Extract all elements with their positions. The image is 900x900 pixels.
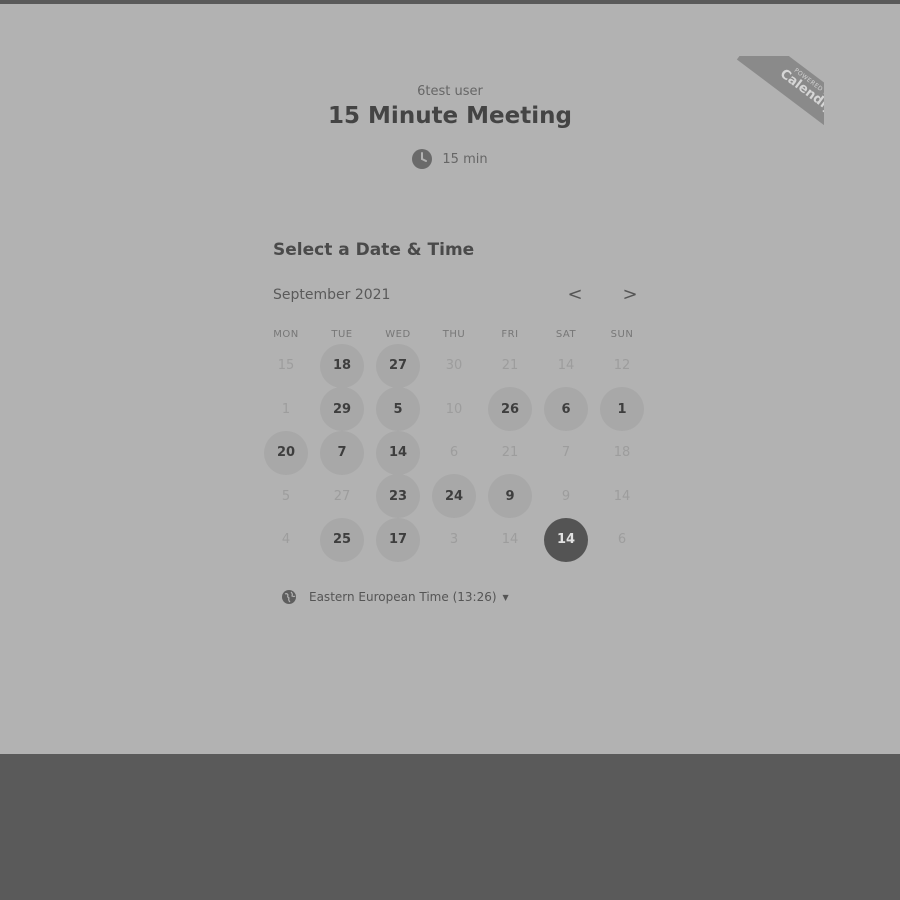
unavailable-date: 12 [613, 358, 631, 374]
calendar-week-row: 4 25 17 3 14 14 6 [258, 517, 650, 562]
available-date-button[interactable]: 29 [320, 387, 364, 432]
weekday-label: SUN [610, 329, 634, 340]
available-date-button[interactable]: 27 [376, 343, 420, 388]
duration-label: 15 min [442, 151, 488, 167]
unavailable-date: 30 [445, 358, 463, 374]
unavailable-date: 14 [557, 358, 575, 374]
weekday-label: THU [442, 329, 466, 340]
calendar-week-row: 15 18 27 30 21 14 12 [258, 343, 650, 388]
top-bar [0, 0, 900, 4]
available-date-button[interactable]: 18 [320, 343, 364, 388]
calendar-week-row: 20 7 14 6 21 7 18 [258, 430, 650, 475]
unavailable-date: 9 [561, 488, 571, 504]
unavailable-date: 14 [613, 488, 631, 504]
timezone-selector[interactable]: Eastern European Time (13:26) ▼ [281, 589, 509, 605]
ribbon-band: POWERED BY Calendly [736, 56, 824, 144]
unavailable-date: 10 [445, 401, 463, 417]
selected-date-button[interactable]: 14 [544, 517, 588, 562]
weekday-label: SAT [555, 329, 577, 340]
weekday-label: FRI [501, 329, 519, 340]
unavailable-date: 6 [617, 532, 627, 548]
available-date-button[interactable]: 25 [320, 517, 364, 562]
unavailable-date: 15 [277, 358, 295, 374]
next-month-button[interactable]: > [618, 283, 642, 307]
unavailable-date: 21 [501, 445, 519, 461]
available-date-button[interactable]: 9 [488, 474, 532, 519]
weekday-header: MON TUE WED THU FRI SAT SUN [258, 329, 650, 340]
unavailable-date: 6 [449, 445, 459, 461]
unavailable-date: 7 [561, 445, 571, 461]
unavailable-date: 5 [281, 488, 291, 504]
unavailable-date: 3 [449, 532, 459, 548]
clock-icon [412, 149, 433, 169]
select-date-heading: Select a Date & Time [273, 240, 475, 260]
weekday-label: TUE [331, 329, 353, 340]
available-date-button[interactable]: 23 [376, 474, 420, 519]
available-date-button[interactable]: 14 [376, 430, 420, 475]
available-date-button[interactable]: 5 [376, 387, 420, 432]
weekday-label: WED [385, 329, 411, 340]
bottom-dark-area [0, 754, 900, 900]
available-date-button[interactable]: 7 [320, 430, 364, 475]
duration-row: 15 min [0, 149, 900, 169]
dropdown-caret-icon: ▼ [502, 592, 509, 602]
unavailable-date: 21 [501, 358, 519, 374]
available-date-button[interactable]: 24 [432, 474, 476, 519]
timezone-label: Eastern European Time (13:26) [309, 590, 497, 604]
calendar-week-row: 1 29 5 10 26 6 1 [258, 387, 650, 432]
available-date-button[interactable]: 26 [488, 387, 532, 432]
event-title: 15 Minute Meeting [328, 103, 572, 129]
host-name: 6test user [417, 84, 483, 99]
available-date-button[interactable]: 20 [264, 430, 308, 475]
unavailable-date: 18 [613, 445, 631, 461]
globe-icon [281, 589, 297, 605]
month-label: September 2021 [273, 287, 391, 303]
powered-by-ribbon[interactable]: POWERED BY Calendly [712, 56, 824, 144]
calendar-week-row: 5 27 23 24 9 9 14 [258, 474, 650, 519]
unavailable-date: 27 [333, 488, 351, 504]
previous-month-button[interactable]: < [563, 283, 587, 307]
calendar-grid: 15 18 27 30 21 14 12 1 29 5 10 26 6 1 20 7 14 6 21 7 18 5 27 23… [258, 343, 650, 562]
available-date-button[interactable]: 1 [600, 387, 644, 432]
unavailable-date: 4 [281, 532, 291, 548]
unavailable-date: 14 [501, 532, 519, 548]
ribbon-brand: Calendly [776, 66, 824, 117]
unavailable-date: 1 [281, 401, 291, 417]
available-date-button[interactable]: 17 [376, 517, 420, 562]
weekday-label: MON [273, 329, 299, 340]
available-date-button[interactable]: 6 [544, 387, 588, 432]
